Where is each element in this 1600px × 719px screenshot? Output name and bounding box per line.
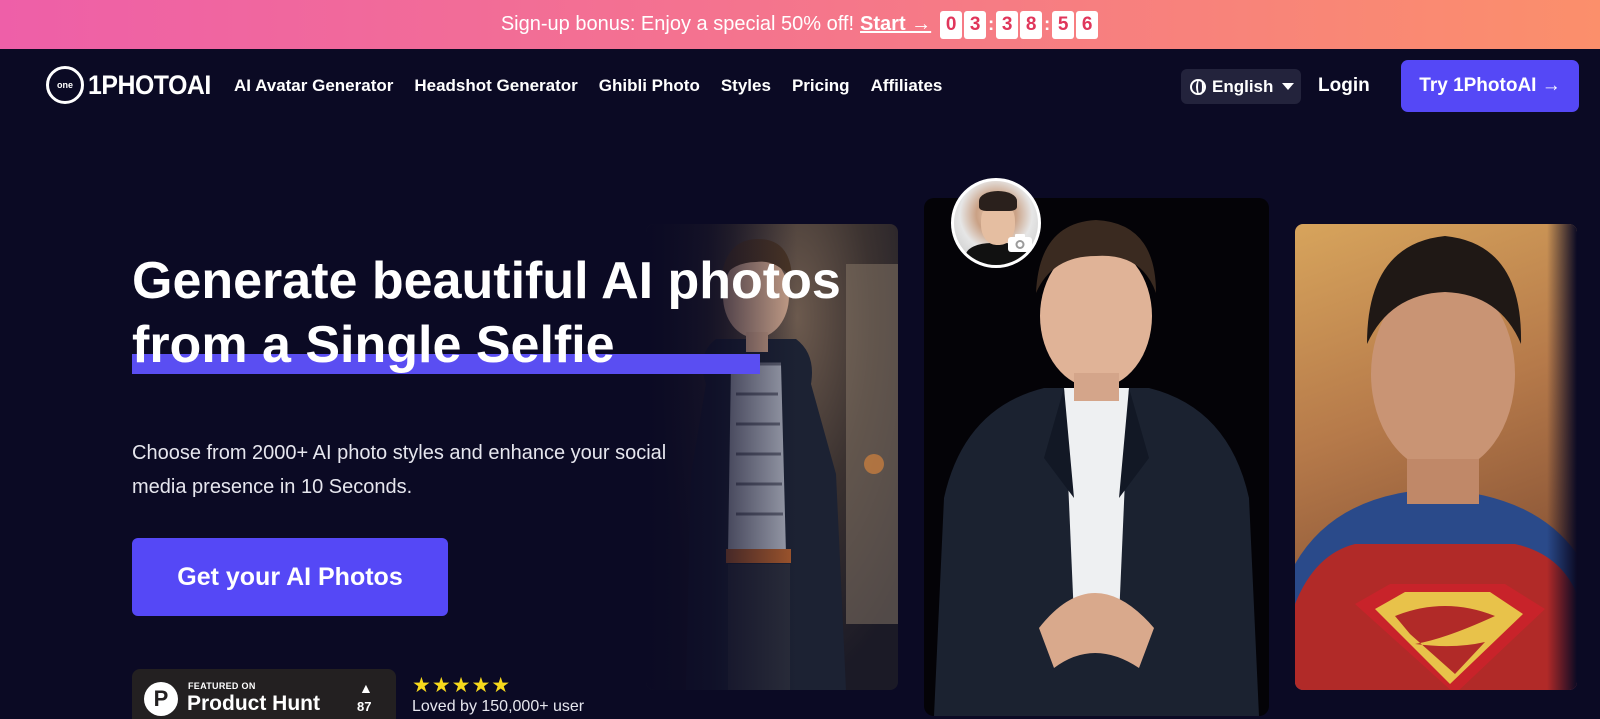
superhero-man-illustration — [1295, 236, 1577, 690]
camera-icon — [1008, 234, 1032, 252]
countdown-separator: : — [1044, 14, 1051, 34]
loved-by-text: Loved by 150,000+ user — [412, 698, 585, 715]
logo-text: 1PHOTOAI — [88, 69, 211, 100]
ph-name: Product Hunt — [187, 692, 320, 715]
promo-text: Sign-up bonus: Enjoy a special 50% off! — [500, 13, 855, 35]
countdown-digit: 3 — [964, 10, 987, 39]
nav-link-styles[interactable]: Styles — [721, 76, 771, 96]
countdown-digit: 6 — [1076, 10, 1099, 39]
product-hunt-icon: P — [144, 682, 178, 716]
product-hunt-badge[interactable]: P FEATURED ON Product Hunt ▲ 87 — [132, 669, 396, 719]
sample-photo-superhero — [1295, 224, 1577, 690]
logo[interactable]: one 1PHOTOAI — [46, 66, 222, 104]
chevron-down-icon — [1282, 83, 1295, 90]
promo-banner: Sign-up bonus: Enjoy a special 50% off! … — [0, 0, 1600, 49]
sample-photo-headshot — [924, 198, 1269, 716]
rating-stars-icon: ★★★★★ — [412, 674, 512, 697]
headshot-man-illustration — [934, 220, 1259, 716]
countdown-digit: 8 — [1020, 10, 1043, 39]
logo-icon: one — [46, 66, 84, 104]
nav-link-ai-avatar-generator[interactable]: AI Avatar Generator — [234, 76, 393, 96]
language-selector[interactable]: English — [1181, 69, 1301, 104]
language-label: English — [1212, 76, 1274, 96]
top-nav: one 1PHOTOAI AI Avatar Generator Headsho… — [0, 49, 1600, 125]
ph-featured-label: FEATURED ON — [188, 681, 256, 691]
ph-upvote-count: 87 — [357, 699, 372, 714]
try-1photoai-button[interactable]: Try 1PhotoAI → — [1401, 60, 1579, 112]
promo-start-link[interactable]: Start → — [860, 13, 931, 36]
nav-link-affiliates[interactable]: Affiliates — [871, 76, 943, 96]
countdown-separator: : — [988, 14, 995, 34]
logo-mark-text: one — [56, 80, 73, 90]
nav-link-headshot-generator[interactable]: Headshot Generator — [414, 76, 577, 96]
nav-link-ghibli-photo[interactable]: Ghibli Photo — [599, 76, 700, 96]
upvote-arrow-icon: ▲ — [359, 680, 373, 696]
hero-subtitle: Choose from 2000+ AI photo styles and en… — [132, 442, 667, 498]
nav-link-pricing[interactable]: Pricing — [792, 76, 850, 96]
globe-icon — [1190, 78, 1206, 95]
hero-title-line-2: from a Single Selfie — [132, 316, 615, 374]
countdown-digit: 0 — [940, 10, 963, 39]
login-link[interactable]: Login — [1318, 75, 1370, 97]
selfie-avatar — [951, 178, 1041, 268]
nav-links: AI Avatar Generator Headshot Generator G… — [234, 76, 963, 96]
hero-title-line-1: Generate beautiful AI photos — [132, 252, 841, 310]
hero-title: Generate beautiful AI photos from a Sing… — [132, 249, 841, 377]
countdown-digit: 5 — [1052, 10, 1075, 39]
countdown-digit: 3 — [996, 10, 1019, 39]
get-ai-photos-button[interactable]: Get your AI Photos — [132, 538, 448, 616]
